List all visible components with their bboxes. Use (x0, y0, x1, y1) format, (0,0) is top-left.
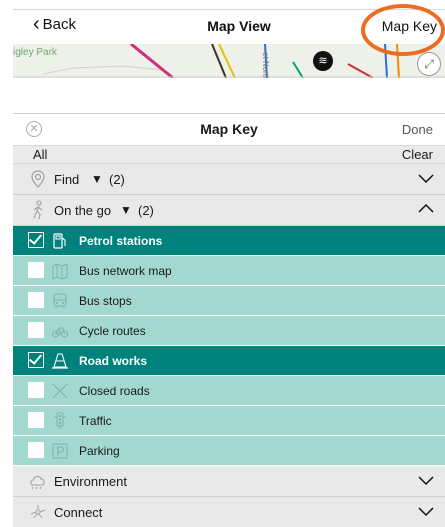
category-label: Find (54, 172, 80, 187)
checkbox[interactable] (28, 442, 44, 458)
item-label: Road works (79, 354, 148, 368)
chevron-down-icon (418, 476, 434, 486)
wifi-icon[interactable]: ≋ (313, 51, 333, 71)
clear-button[interactable]: Clear (402, 147, 433, 162)
category-label: Environment (54, 474, 127, 489)
item-label: Petrol stations (79, 234, 163, 248)
bicycle-icon (51, 322, 69, 340)
street-label: et North (261, 52, 270, 78)
item-traffic[interactable]: Traffic (13, 406, 445, 436)
category-environment[interactable]: Environment (13, 466, 445, 497)
item-label: Bus stops (79, 294, 132, 308)
category-find[interactable]: Find ▼ (2) (13, 164, 445, 195)
park-label: igley Park (13, 47, 57, 58)
item-road-works[interactable]: Road works (13, 346, 445, 376)
category-label: Connect (54, 505, 103, 520)
cone-icon (51, 352, 69, 370)
checkbox[interactable] (28, 231, 44, 248)
fuel-pump-icon (51, 232, 69, 250)
item-petrol-stations[interactable]: Petrol stations (13, 226, 445, 256)
traffic-light-icon (51, 412, 69, 430)
parking-icon (51, 442, 69, 460)
category-on-the-go[interactable]: On the go ▼ (2) (13, 195, 445, 226)
chevron-down-icon (418, 174, 434, 184)
item-cycle-routes[interactable]: Cycle routes (13, 316, 445, 346)
map-key-header: ✕ Map Key Done (13, 114, 445, 146)
category-connect[interactable]: Connect (13, 497, 445, 527)
item-label: Closed roads (79, 384, 150, 398)
filter-icon: ▼ (91, 172, 103, 186)
map-key-panel: ✕ Map Key Done All Clear Find ▼ (2) On t… (13, 113, 445, 527)
checkbox[interactable] (28, 262, 44, 278)
item-parking[interactable]: Parking (13, 436, 445, 466)
pedestrian-icon (28, 200, 48, 220)
checkbox[interactable] (28, 322, 44, 338)
item-bus-network-map[interactable]: Bus network map (13, 256, 445, 286)
bus-icon (51, 292, 69, 310)
filter-count: (2) (138, 203, 154, 218)
done-button[interactable]: Done (402, 122, 433, 137)
checkbox[interactable] (28, 351, 44, 368)
item-label: Bus network map (79, 264, 172, 278)
checkbox[interactable] (28, 412, 44, 428)
item-label: Cycle routes (79, 324, 146, 338)
category-label: On the go (54, 203, 112, 218)
filter-count: (2) (109, 172, 125, 187)
network-icon (28, 502, 48, 522)
item-bus-stops[interactable]: Bus stops (13, 286, 445, 316)
filter-icon: ▼ (120, 203, 132, 217)
checkbox[interactable] (28, 292, 44, 308)
expand-map-icon[interactable]: ⤢ (417, 52, 441, 76)
map-icon (51, 262, 69, 280)
checkbox[interactable] (28, 382, 44, 398)
location-pin-icon (28, 169, 48, 189)
highlight-ring (361, 4, 445, 56)
item-closed-roads[interactable]: Closed roads (13, 376, 445, 406)
chevron-up-icon (418, 203, 434, 213)
cloud-icon (28, 471, 48, 491)
chevron-down-icon (418, 507, 434, 517)
cross-icon (51, 382, 69, 400)
item-label: Traffic (79, 414, 112, 428)
item-label: Parking (79, 444, 120, 458)
map-key-title: Map Key (200, 121, 258, 137)
all-button[interactable]: All (33, 147, 47, 162)
select-all-row: All Clear (13, 146, 445, 164)
